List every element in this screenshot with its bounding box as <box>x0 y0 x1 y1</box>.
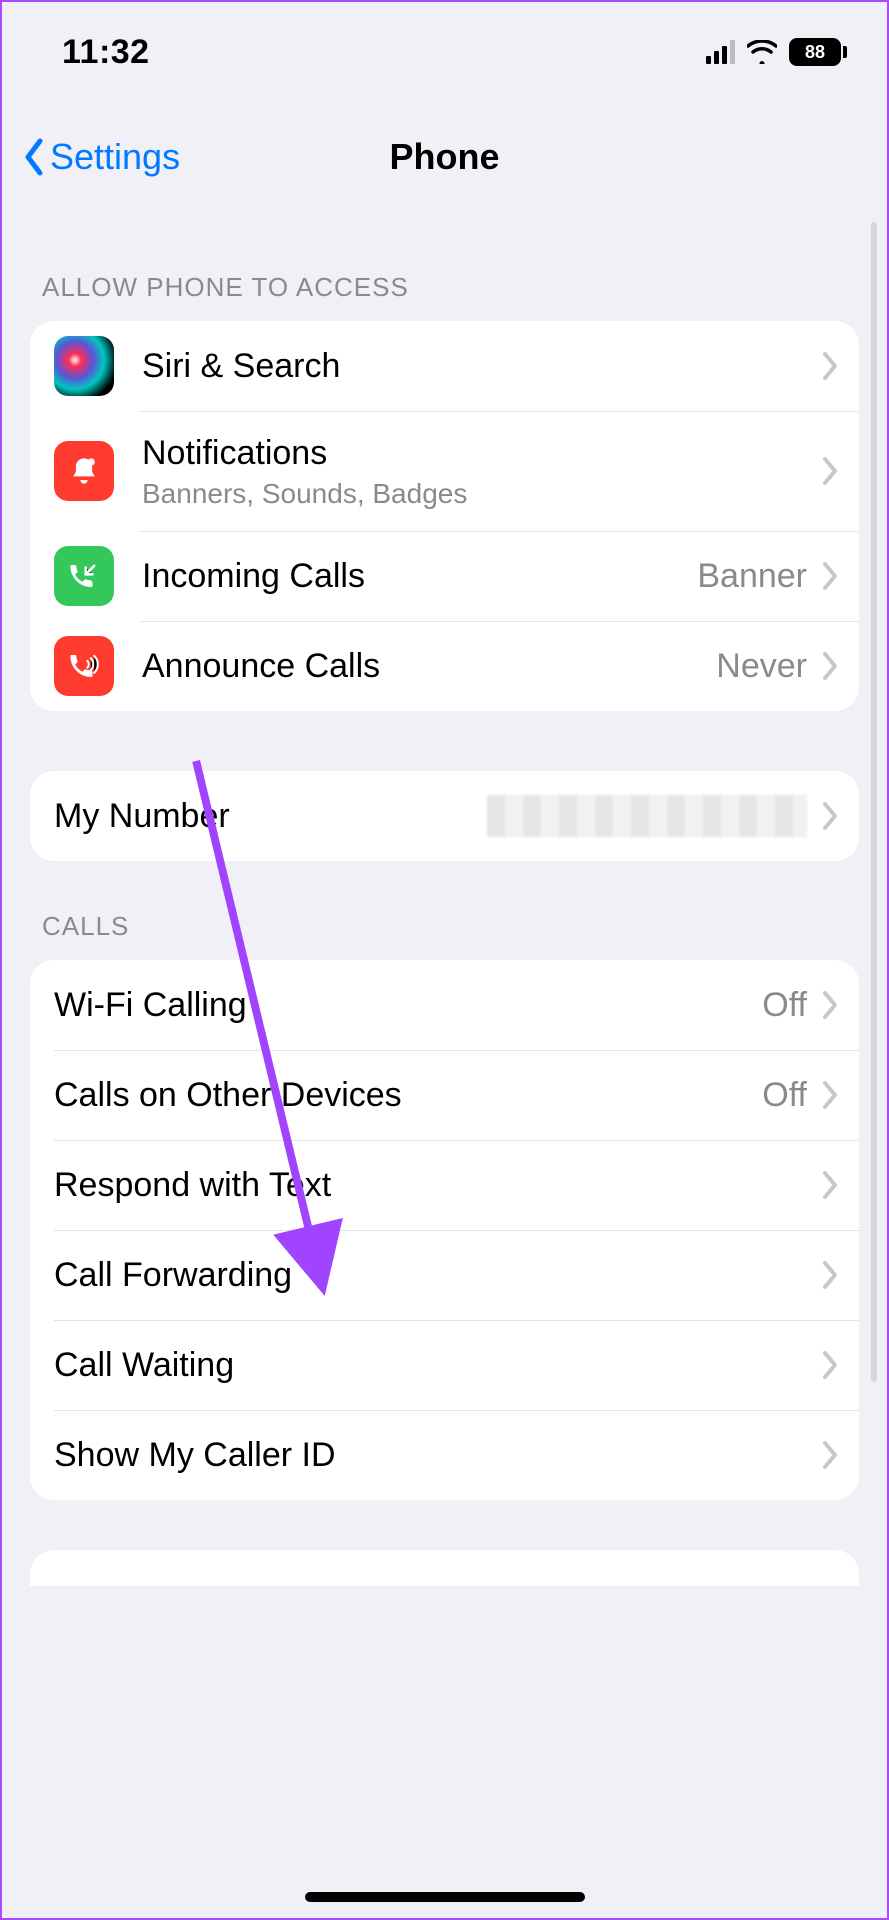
row-label: Call Waiting <box>54 1344 821 1387</box>
chevron-right-icon <box>821 1350 839 1380</box>
cellular-signal-icon <box>706 40 735 64</box>
chevron-right-icon <box>821 1170 839 1200</box>
row-my-number[interactable]: My Number <box>30 771 859 861</box>
chevron-right-icon <box>821 1080 839 1110</box>
status-time: 11:32 <box>62 33 150 72</box>
row-call-forwarding[interactable]: Call Forwarding <box>30 1230 859 1320</box>
chevron-left-icon <box>22 137 46 177</box>
section-header-calls: CALLS <box>2 861 887 960</box>
chevron-right-icon <box>821 801 839 831</box>
row-label: Notifications <box>142 432 821 475</box>
row-show-my-caller-id[interactable]: Show My Caller ID <box>30 1410 859 1500</box>
chevron-right-icon <box>821 651 839 681</box>
incoming-call-icon <box>54 546 114 606</box>
back-label: Settings <box>50 136 180 178</box>
row-announce-calls[interactable]: Announce Calls Never <box>30 621 859 711</box>
chevron-right-icon <box>821 1260 839 1290</box>
row-calls-on-other-devices[interactable]: Calls on Other Devices Off <box>30 1050 859 1140</box>
notifications-icon <box>54 441 114 501</box>
row-incoming-calls[interactable]: Incoming Calls Banner <box>30 531 859 621</box>
row-wifi-calling[interactable]: Wi-Fi Calling Off <box>30 960 859 1050</box>
section-header-access: ALLOW PHONE TO ACCESS <box>2 212 887 321</box>
chevron-right-icon <box>821 456 839 486</box>
row-label: Siri & Search <box>142 345 821 388</box>
row-detail: Never <box>716 647 807 686</box>
row-detail: Off <box>762 986 807 1025</box>
scroll-indicator <box>871 222 877 1382</box>
announce-call-icon <box>54 636 114 696</box>
chevron-right-icon <box>821 561 839 591</box>
row-siri-search[interactable]: Siri & Search <box>30 321 859 411</box>
row-label: Respond with Text <box>54 1164 821 1207</box>
row-label: Call Forwarding <box>54 1254 821 1297</box>
battery-percent: 88 <box>789 38 841 66</box>
nav-bar: Settings Phone <box>2 102 887 212</box>
chevron-right-icon <box>821 351 839 381</box>
row-label: Incoming Calls <box>142 555 697 598</box>
row-respond-with-text[interactable]: Respond with Text <box>30 1140 859 1230</box>
row-detail: Banner <box>697 557 807 596</box>
row-notifications[interactable]: Notifications Banners, Sounds, Badges <box>30 411 859 531</box>
back-button[interactable]: Settings <box>22 136 180 178</box>
home-indicator <box>305 1892 585 1902</box>
group-access: Siri & Search Notifications Banners, Sou… <box>30 321 859 711</box>
siri-icon <box>54 336 114 396</box>
wifi-icon <box>747 40 777 64</box>
chevron-right-icon <box>821 1440 839 1470</box>
status-right: 88 <box>706 38 847 66</box>
row-subtitle: Banners, Sounds, Badges <box>142 478 821 510</box>
group-calls: Wi-Fi Calling Off Calls on Other Devices… <box>30 960 859 1500</box>
row-label: Calls on Other Devices <box>54 1074 762 1117</box>
battery-icon: 88 <box>789 38 847 66</box>
row-label: Wi-Fi Calling <box>54 984 762 1027</box>
row-call-waiting[interactable]: Call Waiting <box>30 1320 859 1410</box>
chevron-right-icon <box>821 990 839 1020</box>
row-label: Announce Calls <box>142 645 716 688</box>
row-detail: Off <box>762 1076 807 1115</box>
next-group-peek <box>30 1550 859 1586</box>
redacted-phone-number <box>487 795 807 837</box>
row-label: My Number <box>54 795 487 838</box>
row-label: Show My Caller ID <box>54 1434 821 1477</box>
group-my-number: My Number <box>30 771 859 861</box>
status-bar: 11:32 88 <box>2 2 887 102</box>
